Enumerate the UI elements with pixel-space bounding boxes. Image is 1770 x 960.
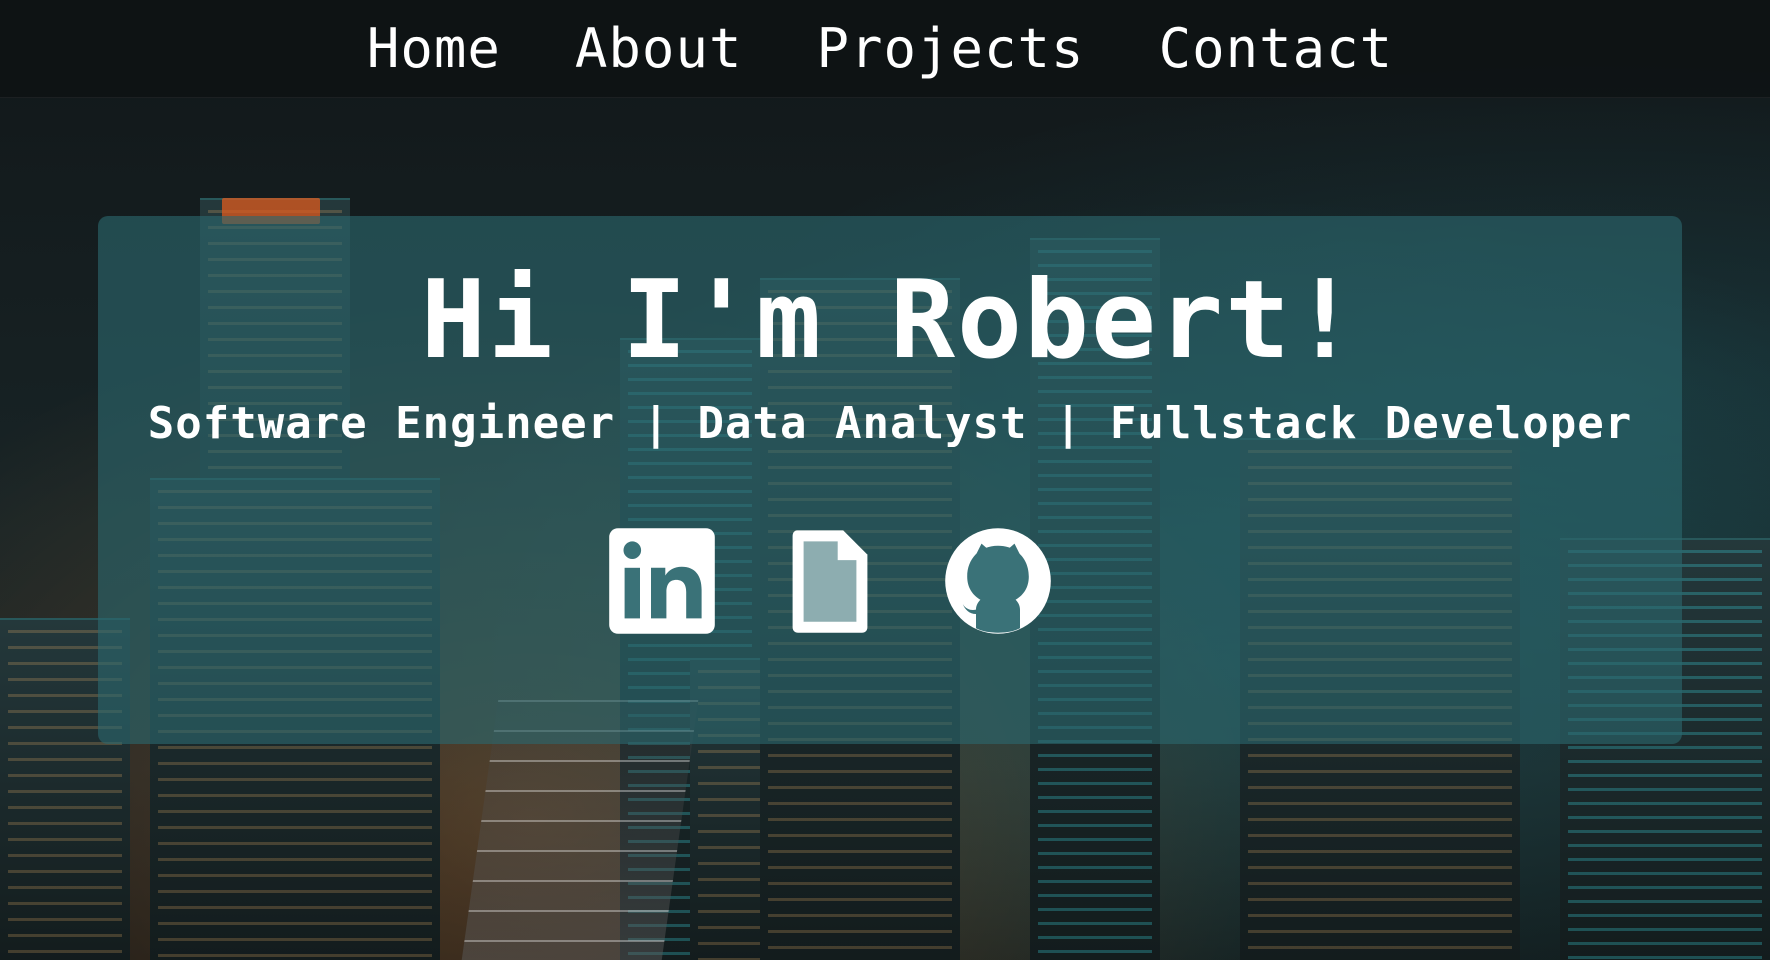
hero-subtitle: Software Engineer | Data Analyst | Fulls… [147, 398, 1633, 449]
hero-card: Hi I'm Robert! Software Engineer | Data … [98, 216, 1682, 744]
hero-title: Hi I'm Robert! [420, 258, 1360, 383]
linkedin-link[interactable] [607, 526, 717, 636]
resume-link[interactable] [775, 526, 885, 636]
nav-link-home[interactable]: Home [367, 17, 501, 80]
github-link[interactable] [943, 526, 1053, 636]
resume-file-icon [792, 530, 868, 633]
nav-link-projects[interactable]: Projects [816, 17, 1084, 80]
social-links [98, 526, 1682, 636]
top-navigation: Home About Projects Contact [0, 0, 1770, 98]
linkedin-icon [609, 528, 715, 634]
nav-link-contact[interactable]: Contact [1159, 17, 1394, 80]
nav-link-about[interactable]: About [575, 17, 743, 80]
page: Home About Projects Contact Hi I'm Rober… [0, 0, 1770, 960]
github-icon [945, 528, 1051, 634]
